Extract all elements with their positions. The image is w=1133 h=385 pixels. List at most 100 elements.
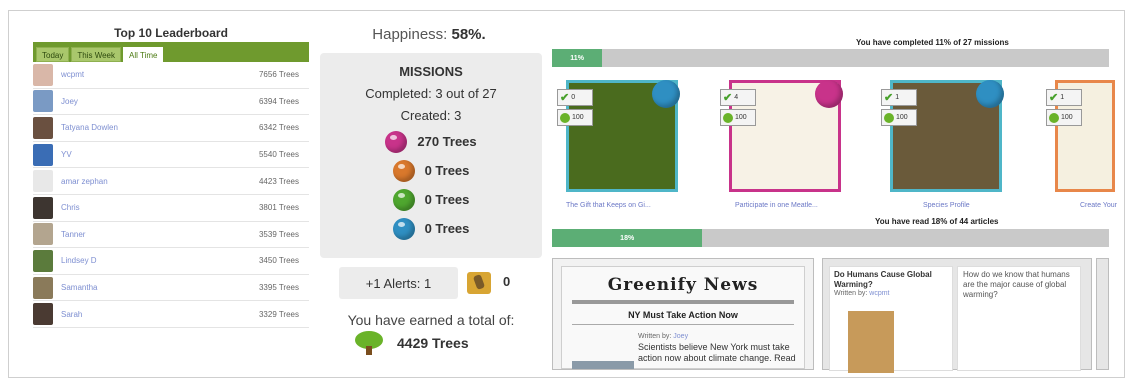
leaf-icon [884,112,894,123]
article-card[interactable]: Do Humans Cause Global Warming? Written … [822,258,1092,373]
mission-card[interactable]: ✔ 1 100 [881,80,1004,192]
article-question: How do we know that humans are the major… [963,270,1070,299]
points-count: 100 [896,114,908,121]
leaderboard-user-name[interactable]: Tatyana Dowlen [61,123,249,132]
leaderboard-user-name[interactable]: Joey [61,97,249,106]
avatar[interactable] [33,223,53,246]
article-title[interactable]: Do Humans Cause Global Warming? [830,267,952,290]
orb-count: 0 Trees [424,221,470,236]
leaderboard-row[interactable]: Joey 6394 Trees [33,89,309,116]
orb-row-pink: 270 Trees [320,127,542,156]
next-article-card[interactable] [1096,258,1109,370]
avatar[interactable] [33,63,53,86]
missions-progress-caption: You have completed 11% of 27 missions [856,38,1009,47]
check-badge: ✔ 0 [557,89,593,106]
tab-all-time[interactable]: All Time [123,47,164,62]
article-byline: Written by: wcpmt [830,290,952,297]
avatar[interactable] [33,90,53,113]
check-count: 1 [895,94,900,101]
leaderboard-row[interactable]: YV 5540 Trees [33,142,309,169]
leaderboard-row[interactable]: Tanner 3539 Trees [33,222,309,249]
mission-caption[interactable]: Participate in one Meatle... [735,202,818,209]
leaderboard: Top 10 Leaderboard Today This Week All T… [33,24,309,328]
leaderboard-tree-count: 3395 Trees [258,283,299,293]
news-headline: NY Must Take Action Now [572,310,794,325]
avatar[interactable] [33,116,53,139]
orb-row-green: 0 Trees [320,185,542,214]
check-badge: ✔ 4 [720,89,756,106]
leaderboard-user-name[interactable]: wcpmt [61,70,249,79]
articles-progress-fill: 18% [552,229,703,247]
leaderboard-row[interactable]: Chris 3801 Trees [33,195,309,222]
missions-created: Created: 3 [400,108,462,123]
missions-progress-bar: 11% [552,49,1109,67]
mission-caption[interactable]: Create Your [1080,202,1117,209]
leaderboard-user-name[interactable]: Tanner [61,230,249,239]
article-photo [848,311,894,373]
alerts-button[interactable]: +1 Alerts: 1 [339,267,458,299]
mission-card[interactable]: ✔ 1 100 [1046,80,1115,192]
leaf-icon [1049,112,1059,123]
leaderboard-tree-count: 7656 Trees [258,70,299,80]
avatar[interactable] [33,170,53,193]
article-summary: Do Humans Cause Global Warming? Written … [829,266,953,373]
missions-summary: MISSIONS Completed: 3 out of 27 Created:… [320,53,542,258]
check-icon: ✔ [884,92,894,104]
points-count: 100 [572,114,584,121]
orb-count: 0 Trees [424,192,470,207]
tab-this-week[interactable]: This Week [71,47,121,62]
thumbs-up-icon[interactable] [467,272,491,294]
leaderboard-user-name[interactable]: Lindsey D [61,256,249,265]
check-icon: ✔ [723,92,733,104]
mission-caption[interactable]: The Gift that Keeps on Gi... [566,202,651,209]
avatar[interactable] [33,303,53,326]
leaderboard-tree-count: 6394 Trees [258,96,299,106]
leaderboard-row[interactable]: Tatyana Dowlen 6342 Trees [33,115,309,142]
leaderboard-user-name[interactable]: Samantha [61,283,249,292]
points-badge: 100 [1046,109,1082,126]
byline-author[interactable]: Joey [673,333,688,340]
leaderboard-row[interactable]: amar zephan 4423 Trees [33,168,309,195]
leaderboard-list: wcpmt 7656 Trees Joey 6394 Trees Tatyana Dow… [33,62,309,328]
articles-progress-bar: 18% [552,229,1109,247]
points-badge: 100 [720,109,756,126]
news-divider [572,300,794,304]
mission-orb-icon [652,80,680,108]
avatar[interactable] [33,196,53,219]
leaderboard-row[interactable]: wcpmt 7656 Trees [33,62,309,89]
orb-count: 270 Trees [417,134,477,149]
leaderboard-user-name[interactable]: Chris [61,203,249,212]
check-count: 1 [1060,94,1065,101]
news-card[interactable]: Greenify News NY Must Take Action Now Wr… [552,258,814,370]
leaderboard-user-name[interactable]: amar zephan [61,177,249,186]
leaderboard-row[interactable]: Sarah 3329 Trees [33,301,309,328]
leaderboard-user-name[interactable]: Sarah [61,310,249,319]
leaderboard-row[interactable]: Samantha 3395 Trees [33,275,309,302]
mission-caption[interactable]: Species Profile [923,202,970,209]
leaderboard-title: Top 10 Leaderboard [114,26,228,40]
orb-count: 0 Trees [424,163,470,178]
points-count: 100 [735,114,747,121]
avatar[interactable] [33,143,53,166]
byline-author[interactable]: wcpmt [869,290,889,297]
avatar[interactable] [33,249,53,272]
leaderboard-row[interactable]: Lindsey D 3450 Trees [33,248,309,275]
missions-progress-fill: 11% [552,49,603,67]
orb-row-blue: 0 Trees [320,214,542,243]
avatar[interactable] [33,276,53,299]
leaderboard-user-name[interactable]: YV [61,150,249,159]
missions-completed: Completed: 3 out of 27 [365,86,497,101]
check-count: 4 [734,94,739,101]
article-question-card: How do we know that humans are the major… [957,266,1081,371]
leaderboard-tree-count: 3801 Trees [258,203,299,213]
tab-today[interactable]: Today [36,47,70,62]
mission-card[interactable]: ✔ 4 100 [720,80,843,192]
check-icon: ✔ [560,92,570,104]
pink-orb-icon [385,130,408,153]
mission-card[interactable]: ✔ 0 100 [557,80,680,192]
blue-orb-icon [392,217,415,240]
leaderboard-tree-count: 4423 Trees [258,176,299,186]
byline-label: Written by: [834,290,868,297]
orange-orb-icon [392,159,415,182]
points-count: 100 [1061,114,1073,121]
